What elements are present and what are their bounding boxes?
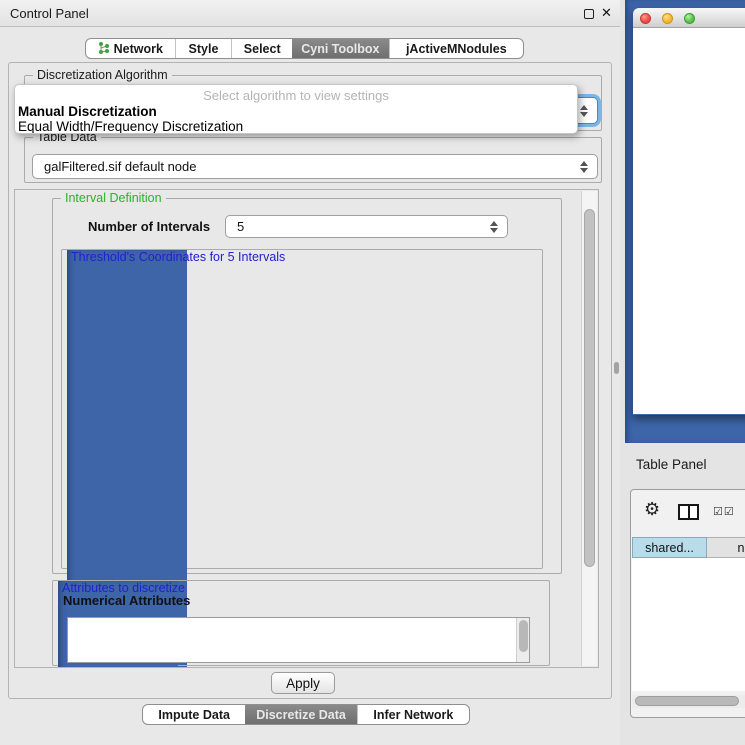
network-view-window bbox=[633, 8, 745, 415]
tab-label: Discretize Data bbox=[256, 708, 346, 722]
network-desktop bbox=[625, 0, 745, 443]
table-body bbox=[632, 558, 745, 691]
tab-style[interactable]: Style bbox=[175, 39, 232, 58]
tab-label: Network bbox=[114, 42, 163, 56]
tab-label: Style bbox=[189, 42, 219, 56]
attributes-fieldset: Attributes to discretize Numerical Attri… bbox=[52, 580, 550, 666]
numerical-attributes-label: Numerical Attributes bbox=[63, 593, 190, 608]
table-panel-card: ⚙ ☑☑ shared... na bbox=[630, 489, 745, 718]
select-columns-icon[interactable]: ☑☑ bbox=[713, 505, 735, 518]
close-traffic-light-icon[interactable] bbox=[640, 13, 651, 24]
scrollbar-thumb[interactable] bbox=[584, 209, 595, 567]
right-column: Table Panel ⚙ ☑☑ shared... na bbox=[620, 0, 745, 745]
tab-cyni-toolbox[interactable]: Cyni Toolbox bbox=[292, 39, 389, 58]
table-data-combobox[interactable]: galFiltered.sif default node bbox=[32, 154, 598, 179]
combo-arrows-icon bbox=[580, 105, 588, 117]
network-icon bbox=[98, 42, 110, 55]
screen: Control Panel ✕ Network Style Select Cyn… bbox=[0, 0, 745, 745]
num-intervals-label: Number of Intervals bbox=[88, 219, 210, 234]
column-layout-icon[interactable] bbox=[678, 504, 699, 520]
fieldset-legend: Interval Definition bbox=[61, 191, 166, 205]
thresholds-fieldset: Threshold's Coordinates for 5 Intervals bbox=[61, 249, 543, 569]
network-window-titlebar bbox=[633, 8, 745, 28]
tab-label: jActiveMNodules bbox=[406, 42, 507, 56]
dropdown-hint[interactable]: Select algorithm to view settings bbox=[15, 88, 577, 103]
tab-label: Impute Data bbox=[158, 708, 230, 722]
scrollbar-thumb[interactable] bbox=[635, 696, 739, 706]
tab-label: Infer Network bbox=[373, 708, 453, 722]
dropdown-item-manual-discretization[interactable]: Manual Discretization bbox=[18, 104, 157, 119]
bottom-tab-bar: Impute Data Discretize Data Infer Networ… bbox=[142, 704, 470, 725]
network-canvas[interactable] bbox=[633, 28, 745, 414]
spinner-value: 5 bbox=[226, 219, 244, 234]
settings-scrollpane: Interval Definition Number of Intervals … bbox=[14, 189, 599, 668]
tab-infer-network[interactable]: Infer Network bbox=[357, 705, 469, 724]
network-svg bbox=[633, 28, 745, 414]
tab-label: Select bbox=[244, 42, 281, 56]
table-header-row: shared... na bbox=[632, 537, 745, 558]
float-window-icon[interactable] bbox=[584, 9, 594, 19]
table-data-fieldset: Table Data galFiltered.sif default node bbox=[24, 137, 602, 183]
numerical-attributes-list[interactable] bbox=[67, 617, 530, 663]
vertical-scrollbar[interactable] bbox=[581, 191, 597, 666]
tab-network[interactable]: Network bbox=[86, 39, 175, 58]
combo-arrows-icon bbox=[490, 221, 498, 233]
panel-title: Control Panel bbox=[10, 6, 89, 21]
tab-impute-data[interactable]: Impute Data bbox=[143, 705, 245, 724]
tab-jactivemnodules[interactable]: jActiveMNodules bbox=[389, 39, 523, 58]
minimize-traffic-light-icon[interactable] bbox=[662, 13, 673, 24]
horizontal-scrollbar[interactable] bbox=[632, 695, 745, 708]
column-header-name[interactable]: na bbox=[707, 537, 745, 558]
table-panel-title: Table Panel bbox=[636, 457, 707, 472]
cyni-toolbox-panel: Discretization Algorithm Table Data galF… bbox=[8, 62, 612, 699]
algorithm-dropdown-popup: Select algorithm to view settings Manual… bbox=[14, 84, 578, 134]
combo-arrows-icon bbox=[580, 161, 588, 173]
fieldset-legend: Discretization Algorithm bbox=[33, 68, 172, 82]
control-panel-titlebar: Control Panel ✕ bbox=[0, 0, 620, 27]
column-header-shared-name[interactable]: shared... bbox=[632, 537, 707, 558]
combo-value: galFiltered.sif default node bbox=[33, 159, 196, 174]
apply-button[interactable]: Apply bbox=[271, 672, 335, 694]
list-scrollbar[interactable] bbox=[516, 618, 529, 662]
panel-resize-handle[interactable] bbox=[614, 362, 619, 374]
close-icon[interactable]: ✕ bbox=[601, 5, 612, 21]
interval-definition-fieldset: Interval Definition Number of Intervals … bbox=[52, 198, 562, 574]
num-intervals-spinner[interactable]: 5 bbox=[225, 215, 508, 238]
gear-icon[interactable]: ⚙ bbox=[644, 499, 660, 520]
dropdown-item-equal-width-frequency[interactable]: Equal Width/Frequency Discretization bbox=[18, 119, 243, 134]
tab-label: Cyni Toolbox bbox=[301, 42, 379, 56]
top-tab-bar: Network Style Select Cyni Toolbox jActiv… bbox=[85, 38, 524, 59]
tab-select[interactable]: Select bbox=[231, 39, 292, 58]
tab-discretize-data[interactable]: Discretize Data bbox=[245, 705, 356, 724]
zoom-traffic-light-icon[interactable] bbox=[684, 13, 695, 24]
